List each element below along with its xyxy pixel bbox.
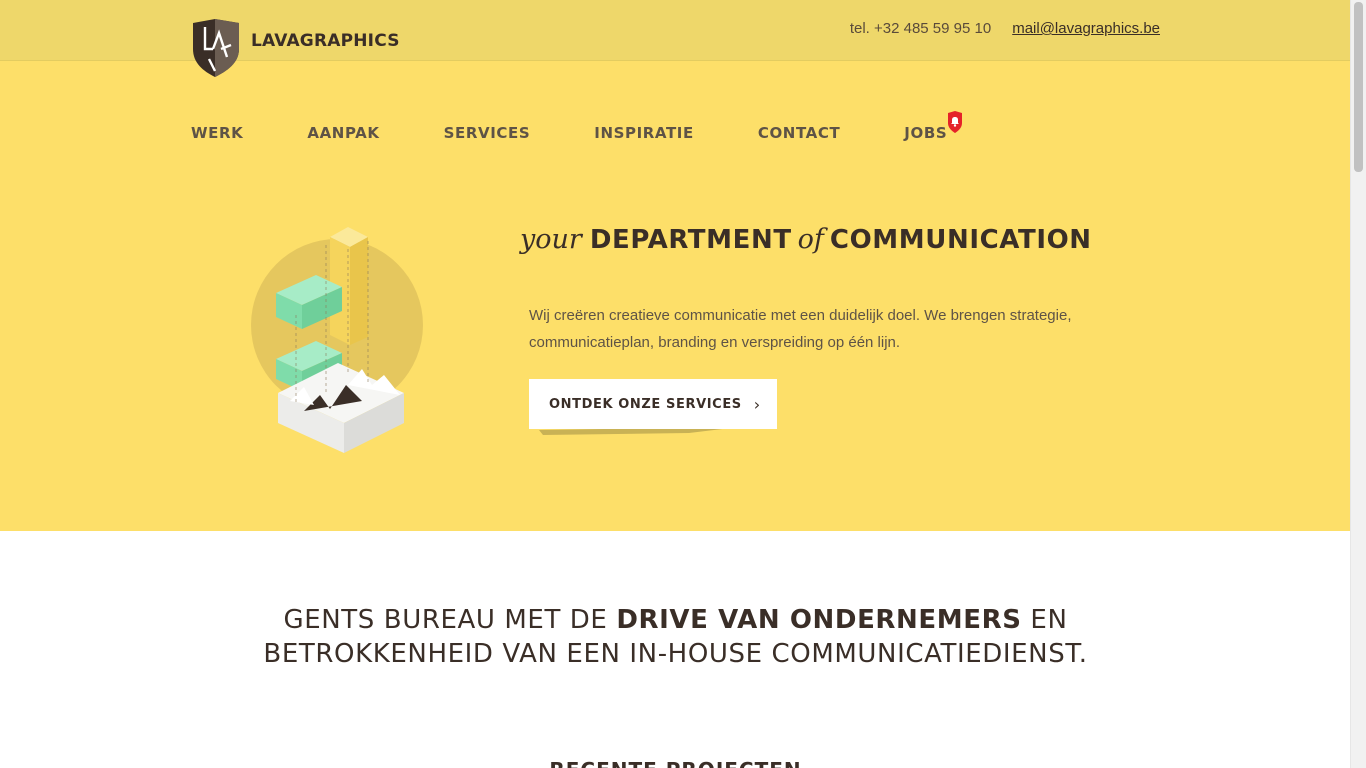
scrollbar-thumb[interactable]: [1354, 2, 1363, 172]
tagline-part2: EN: [1021, 605, 1068, 635]
page: LAVAGRAPHICS tel. +32 485 59 95 10 mail@…: [0, 0, 1351, 768]
shield-logo-icon: [193, 19, 239, 77]
nav-item-inspiratie[interactable]: INSPIRATIE: [594, 124, 694, 142]
nav-item-services[interactable]: SERVICES: [444, 124, 531, 142]
main-nav: WERK AANPAK SERVICES INSPIRATIE CONTACT …: [191, 111, 963, 142]
headline-department: DEPARTMENT: [589, 225, 792, 255]
nav-item-jobs-label: JOBS: [904, 124, 948, 142]
hero-intro-text: Wij creëren creatieve communicatie met e…: [529, 307, 1072, 351]
nav-item-werk[interactable]: WERK: [191, 124, 243, 142]
nav-item-aanpak[interactable]: AANPAK: [307, 124, 379, 142]
cta-label: ONTDEK ONZE SERVICES: [549, 396, 742, 412]
hero-illustration: [251, 227, 423, 453]
chevron-right-icon: ›: [753, 394, 761, 414]
email-link[interactable]: mail@lavagraphics.be: [1012, 20, 1160, 37]
nav-item-jobs[interactable]: JOBS: [904, 111, 963, 142]
logo[interactable]: LAVAGRAPHICS: [191, 19, 411, 77]
tagline-part1: GENTS BUREAU MET DE: [283, 605, 617, 635]
nav-item-contact[interactable]: CONTACT: [758, 124, 840, 142]
contact-info: tel. +32 485 59 95 10 mail@lavagraphics.…: [850, 20, 1160, 37]
headline-script-your: your: [520, 224, 582, 255]
hero-headline: your DEPARTMENT of COMMUNICATION: [520, 224, 1092, 255]
tagline-bold: DRIVE VAN ONDERNEMERS: [616, 605, 1022, 635]
bell-icon: [948, 111, 963, 133]
scrollbar[interactable]: [1350, 0, 1366, 768]
tagline: GENTS BUREAU MET DE DRIVE VAN ONDERNEMER…: [0, 603, 1351, 671]
phone-number[interactable]: tel. +32 485 59 95 10: [850, 20, 991, 37]
discover-services-button[interactable]: ONTDEK ONZE SERVICES ›: [529, 379, 777, 429]
tagline-line2: BETROKKENHEID VAN EEN IN-HOUSE COMMUNICA…: [263, 639, 1088, 669]
headline-script-of: of: [797, 224, 824, 255]
headline-communication: COMMUNICATION: [829, 225, 1092, 255]
brand-name: LAVAGRAPHICS: [251, 31, 400, 51]
recent-projects-title: RECENTE PROJECTEN: [0, 758, 1351, 768]
